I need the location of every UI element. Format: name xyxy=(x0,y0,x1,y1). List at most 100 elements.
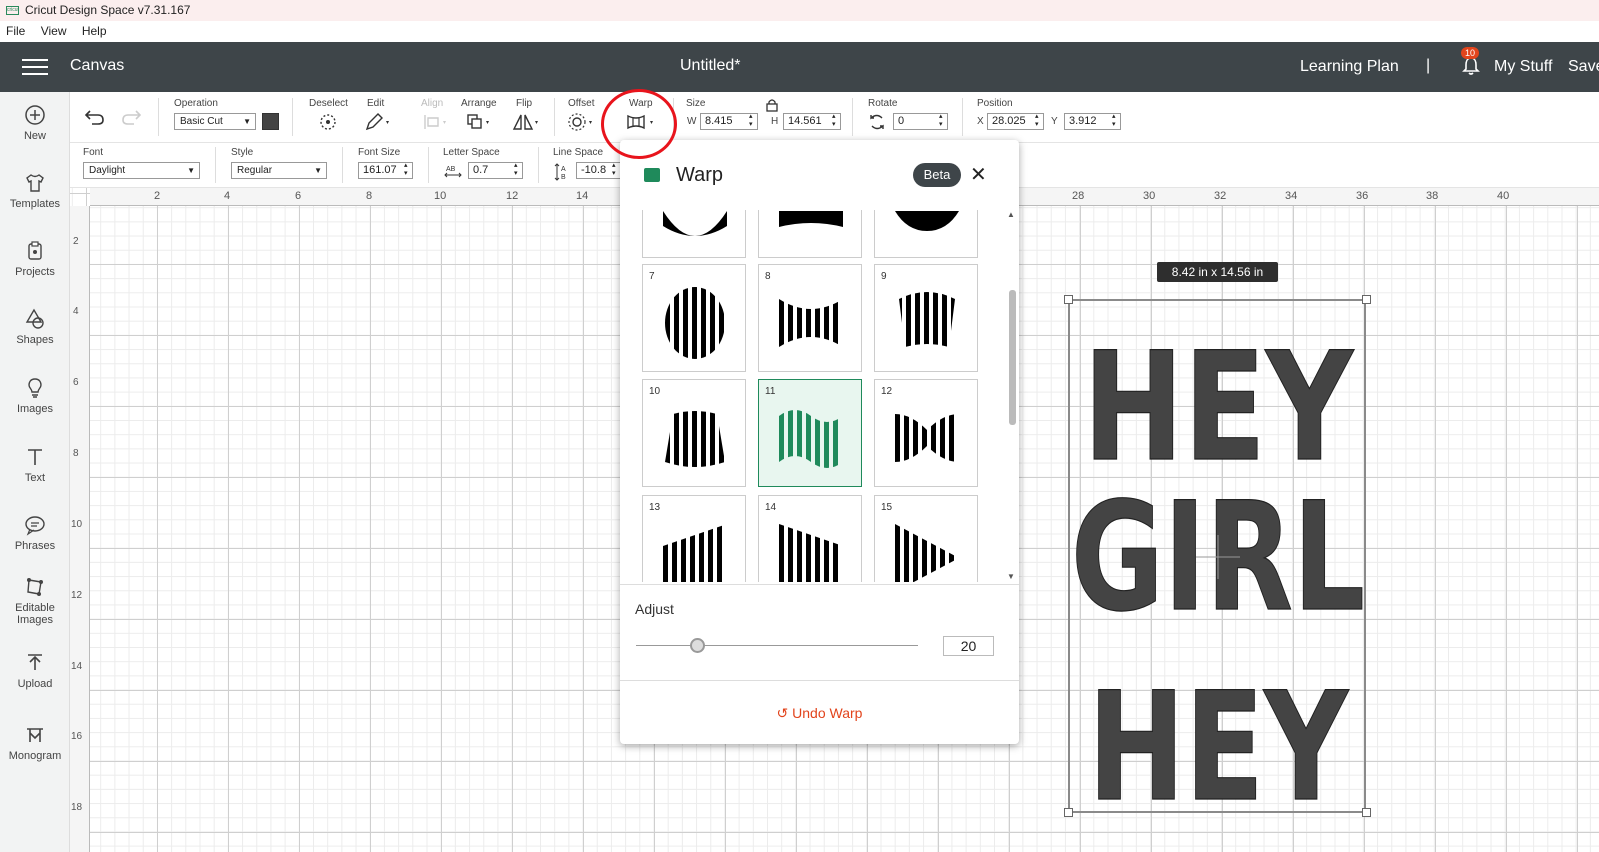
sidebar-item-text[interactable]: Text xyxy=(0,446,70,484)
resize-handle[interactable] xyxy=(1064,808,1073,817)
undo-icon[interactable] xyxy=(84,108,106,126)
bell-icon[interactable] xyxy=(1462,56,1480,76)
deselect-icon[interactable] xyxy=(318,112,338,132)
width-input[interactable]: 8.415 xyxy=(700,113,758,130)
warp-panel: Warp Beta ✕ 7 8 9 10 11 12 13 14 15 ▲ ▼ … xyxy=(620,140,1019,744)
sidebar-item-monogram[interactable]: Monogram xyxy=(0,724,70,762)
color-swatch[interactable] xyxy=(262,113,279,130)
resize-handle[interactable] xyxy=(1362,295,1371,304)
adjust-section: Adjust 20 xyxy=(620,584,1019,680)
sidebar-item-upload[interactable]: Upload xyxy=(0,652,70,690)
undo-warp-button[interactable]: ↺ Undo Warp xyxy=(620,680,1019,744)
speech-bubble-icon xyxy=(25,516,45,536)
rotate-icon[interactable] xyxy=(867,113,887,131)
letter-space-input[interactable]: 0.7 xyxy=(468,162,523,179)
line-space-icon: AB xyxy=(554,163,566,181)
position-label: Position xyxy=(977,98,1013,109)
clipboard-icon xyxy=(28,241,42,260)
ruler-tick-label: 6 xyxy=(73,377,79,388)
ruler-tick-label: 34 xyxy=(1285,190,1298,202)
flip-label: Flip xyxy=(516,98,533,109)
warp-style-13[interactable]: 13 xyxy=(642,495,746,582)
warp-style-8[interactable]: 8 xyxy=(758,264,862,372)
menu-file[interactable]: File xyxy=(6,24,25,38)
lock-icon[interactable] xyxy=(765,98,779,112)
font-label: Font xyxy=(83,147,104,158)
height-input[interactable]: 14.561 xyxy=(783,113,841,130)
scroll-down-icon[interactable]: ▼ xyxy=(1007,572,1015,581)
sidebar-item-templates[interactable]: Templates xyxy=(0,172,70,210)
adjust-slider-track[interactable] xyxy=(636,645,918,646)
operation-select[interactable]: Basic Cut xyxy=(174,113,256,130)
sidebar-item-shapes[interactable]: Shapes xyxy=(0,308,70,346)
document-title[interactable]: Untitled* xyxy=(680,57,740,75)
rotate-label: Rotate xyxy=(868,98,898,109)
sidebar-label: Shapes xyxy=(16,334,54,346)
menu-bar: File View Help xyxy=(0,21,1599,42)
warp-style-number: 10 xyxy=(649,386,661,397)
warp-style-option[interactable] xyxy=(758,210,862,258)
x-position-input[interactable]: 28.025 xyxy=(987,113,1044,130)
font-size-input[interactable]: 161.07 xyxy=(358,162,413,179)
warp-style-12[interactable]: 12 xyxy=(874,379,978,487)
ruler-tick-label: 18 xyxy=(71,802,83,813)
ruler-tick-label: 14 xyxy=(71,661,83,672)
edit-toolbar: Operation Basic Cut Deselect Edit Align … xyxy=(70,92,1599,143)
scrollbar-thumb[interactable] xyxy=(1009,290,1016,425)
warp-style-grid: 7 8 9 10 11 12 13 14 15 xyxy=(642,210,1002,582)
ruler-tick-label: 2 xyxy=(154,190,161,202)
menu-view[interactable]: View xyxy=(41,24,67,38)
menu-help[interactable]: Help xyxy=(82,24,107,38)
ruler-tick-label: 8 xyxy=(366,190,373,202)
y-position-input[interactable]: 3.912 xyxy=(1064,113,1121,130)
text-T-icon xyxy=(28,449,42,465)
sidebar-label: Text xyxy=(24,472,46,484)
flip-icon[interactable] xyxy=(512,112,542,132)
sidebar-item-phrases[interactable]: Phrases xyxy=(0,514,70,552)
line-space-label: Line Space xyxy=(553,147,604,158)
adjust-slider-handle[interactable] xyxy=(690,638,705,653)
ruler-tick-label: 12 xyxy=(506,190,519,202)
sidebar-item-projects[interactable]: Projects xyxy=(0,240,70,278)
warp-style-option[interactable] xyxy=(642,210,746,258)
resize-handle[interactable] xyxy=(1064,295,1073,304)
warp-scrollbar[interactable]: ▲ ▼ xyxy=(1007,210,1017,582)
hamburger-menu-icon[interactable] xyxy=(22,59,48,75)
rotate-input[interactable]: 0 xyxy=(893,113,948,130)
line-space-input[interactable]: -10.8 xyxy=(576,162,621,179)
sidebar-item-editable-images[interactable]: Editable Images xyxy=(0,576,70,626)
font-select[interactable]: Daylight xyxy=(83,162,200,179)
my-stuff-link[interactable]: My Stuff xyxy=(1494,58,1552,76)
arrange-icon[interactable] xyxy=(466,112,494,132)
shapes-icon xyxy=(25,308,44,329)
save-button[interactable]: Save xyxy=(1568,58,1599,76)
height-label: H xyxy=(771,116,779,127)
warp-style-15[interactable]: 15 xyxy=(874,495,978,582)
warp-style-number: 11 xyxy=(765,386,776,397)
close-icon[interactable]: ✕ xyxy=(970,162,987,187)
redo-icon[interactable] xyxy=(120,108,142,126)
style-select[interactable]: Regular xyxy=(231,162,327,179)
warp-style-option[interactable] xyxy=(874,210,978,258)
warp-style-9[interactable]: 9 xyxy=(874,264,978,372)
adjust-label: Adjust xyxy=(635,601,674,617)
scroll-up-icon[interactable]: ▲ xyxy=(1007,210,1015,219)
learning-plan-link[interactable]: Learning Plan xyxy=(1300,58,1399,76)
adjust-value-input[interactable]: 20 xyxy=(943,636,994,656)
svg-text:A: A xyxy=(561,166,566,173)
align-label: Align xyxy=(421,98,444,109)
monogram-icon xyxy=(27,728,43,742)
sidebar-item-images[interactable]: Images xyxy=(0,377,70,415)
letter-space-icon: AB xyxy=(444,166,462,178)
offset-icon[interactable] xyxy=(567,112,597,132)
resize-handle[interactable] xyxy=(1362,808,1371,817)
warp-style-11[interactable]: 11 xyxy=(758,379,862,487)
warp-style-number: 14 xyxy=(765,502,777,513)
warp-style-10[interactable]: 10 xyxy=(642,379,746,487)
warp-style-7[interactable]: 7 xyxy=(642,264,746,372)
warp-style-number: 12 xyxy=(881,386,893,397)
ruler-tick-label: 32 xyxy=(1214,190,1227,202)
edit-pencil-icon[interactable] xyxy=(364,112,392,132)
warp-style-14[interactable]: 14 xyxy=(758,495,862,582)
sidebar-item-new[interactable]: New xyxy=(0,104,70,142)
